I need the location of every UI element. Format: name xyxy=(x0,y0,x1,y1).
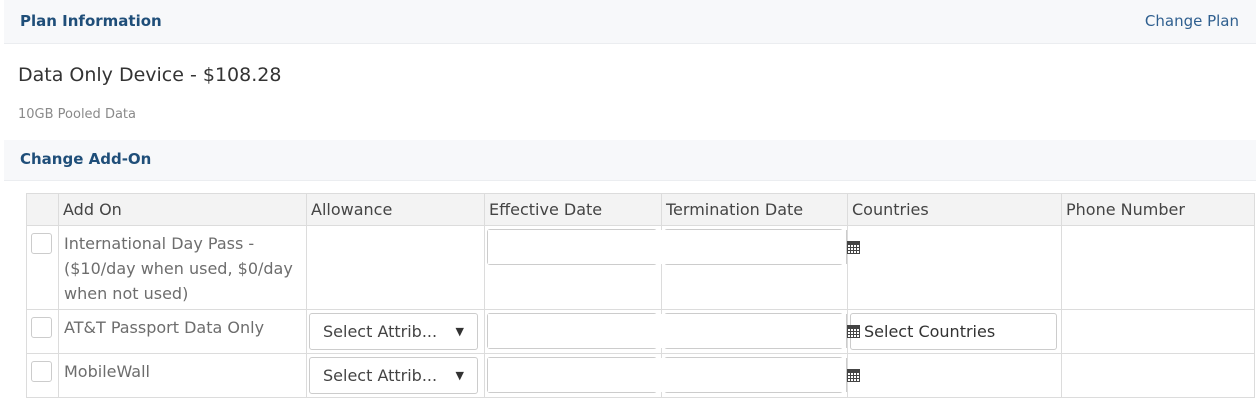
termination-date-picker-button[interactable] xyxy=(846,230,860,264)
table-row: AT&T Passport Data Only Select Attrib...… xyxy=(26,309,1255,354)
phone-number-cell xyxy=(1061,225,1255,310)
termination-date-cell xyxy=(661,225,860,310)
table-row: MobileWall Select Attrib... ▼ xyxy=(26,353,1255,398)
allowance-select[interactable]: Select Attrib... ▼ xyxy=(309,313,478,350)
termination-date-field xyxy=(664,313,860,349)
plan-description: 10GB Pooled Data xyxy=(18,107,136,122)
allowance-cell xyxy=(306,225,485,310)
calendar-icon xyxy=(847,324,860,338)
column-header-allowance: Allowance xyxy=(306,193,485,226)
addon-cell: MobileWall xyxy=(58,353,307,398)
column-header-phone-number: Phone Number xyxy=(1061,193,1255,226)
allowance-cell: Select Attrib... ▼ xyxy=(306,309,485,354)
effective-date-field xyxy=(487,357,683,393)
allowance-select-value: Select Attrib... xyxy=(323,366,438,385)
effective-date-cell xyxy=(484,309,683,354)
effective-date-cell xyxy=(484,353,683,398)
termination-date-input[interactable] xyxy=(665,230,846,264)
plan-name: Data Only Device - $108.28 xyxy=(18,64,282,86)
termination-date-input[interactable] xyxy=(665,314,846,348)
effective-date-input[interactable] xyxy=(488,314,669,348)
countries-cell xyxy=(847,353,1062,398)
allowance-cell: Select Attrib... ▼ xyxy=(306,353,485,398)
addon-name: International Day Pass - ($10/day when u… xyxy=(64,234,293,303)
effective-date-cell xyxy=(484,225,683,310)
phone-number-cell xyxy=(1061,353,1255,398)
phone-number-cell xyxy=(1061,309,1255,354)
plan-information-title: Plan Information xyxy=(20,12,162,30)
column-header-termination-date: Termination Date xyxy=(661,193,848,226)
termination-date-cell xyxy=(661,309,860,354)
termination-date-input[interactable] xyxy=(665,358,846,392)
column-header-select xyxy=(26,193,59,226)
termination-date-picker-button[interactable] xyxy=(846,358,860,392)
calendar-icon xyxy=(847,368,860,382)
termination-date-picker-button[interactable] xyxy=(846,314,860,348)
caret-down-icon: ▼ xyxy=(455,325,464,338)
select-cell xyxy=(26,353,59,398)
select-cell xyxy=(26,225,59,310)
termination-date-field xyxy=(664,229,860,265)
allowance-select-value: Select Attrib... xyxy=(323,322,438,341)
countries-cell: Select Countries xyxy=(847,309,1062,354)
addon-table: Add On Allowance Effective Date Terminat… xyxy=(26,193,1255,398)
effective-date-input[interactable] xyxy=(488,358,669,392)
allowance-select[interactable]: Select Attrib... ▼ xyxy=(309,357,478,394)
change-plan-link[interactable]: Change Plan xyxy=(1145,12,1239,30)
effective-date-field xyxy=(487,229,683,265)
column-header-effective-date: Effective Date xyxy=(484,193,662,226)
calendar-icon xyxy=(847,240,860,254)
termination-date-field xyxy=(664,357,860,393)
row-checkbox[interactable] xyxy=(31,317,52,338)
change-addon-title: Change Add-On xyxy=(20,150,152,168)
addon-cell: International Day Pass - ($10/day when u… xyxy=(58,225,307,310)
select-countries-button[interactable]: Select Countries xyxy=(850,313,1057,350)
termination-date-cell xyxy=(661,353,860,398)
effective-date-field xyxy=(487,313,683,349)
table-row: International Day Pass - ($10/day when u… xyxy=(26,225,1255,310)
addon-cell: AT&T Passport Data Only xyxy=(58,309,307,354)
column-header-add-on: Add On xyxy=(58,193,307,226)
addon-name: MobileWall xyxy=(64,362,150,381)
change-addon-header: Change Add-On xyxy=(4,140,1256,181)
caret-down-icon: ▼ xyxy=(455,369,464,382)
column-header-countries: Countries xyxy=(847,193,1062,226)
row-checkbox[interactable] xyxy=(31,233,52,254)
countries-cell xyxy=(847,225,1062,310)
row-checkbox[interactable] xyxy=(31,361,52,382)
effective-date-input[interactable] xyxy=(488,230,669,264)
addon-name: AT&T Passport Data Only xyxy=(64,318,265,337)
select-cell xyxy=(26,309,59,354)
table-header-row: Add On Allowance Effective Date Terminat… xyxy=(26,193,1255,226)
plan-information-header: Plan Information Change Plan xyxy=(4,0,1256,44)
